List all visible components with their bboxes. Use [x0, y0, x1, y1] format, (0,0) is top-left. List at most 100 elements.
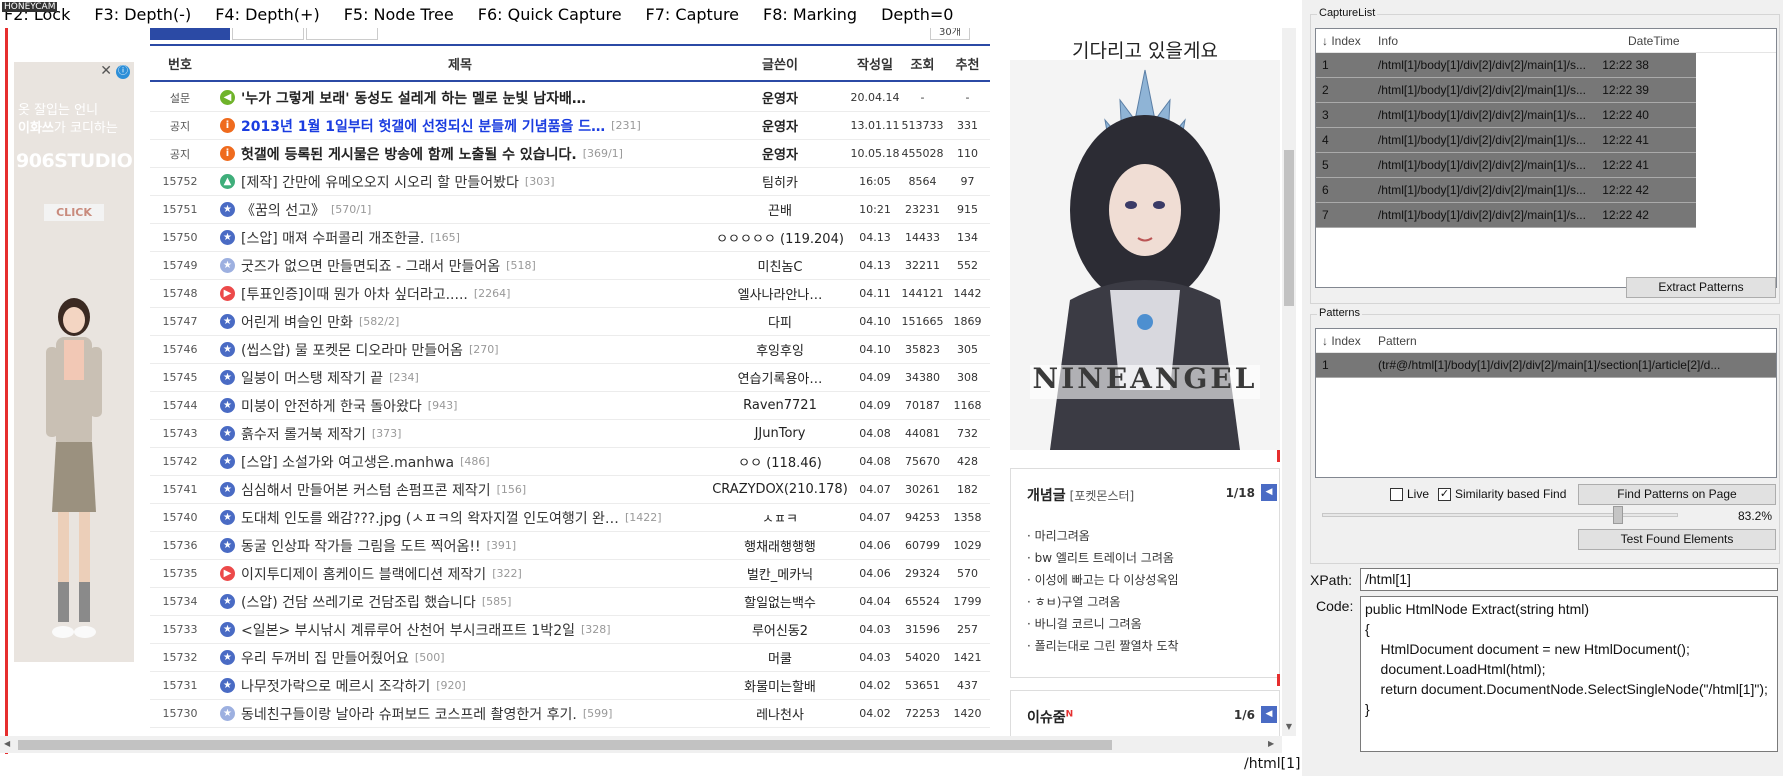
comment-count[interactable]: [156]: [497, 483, 527, 496]
table-row[interactable]: 설문 ◀ '누가 그렇게 보래' 동성도 설레게 하는 멜로 눈빛 남자배… 운영자 2…: [150, 84, 990, 112]
post-title-cell[interactable]: ★ [스압] 소설가와 여고생은.manhwa [486]: [210, 452, 710, 472]
comment-count[interactable]: [585]: [482, 595, 512, 608]
pattern-row[interactable]: 1 (tr#@/html[1]/body[1]/div[2]/div[2]/mai…: [1316, 353, 1776, 378]
post-author[interactable]: 후잉후잉: [710, 340, 850, 359]
post-title-cell[interactable]: i 2013년 1월 1일부터 헛갤에 선정되신 분들께 기념품을 드… [231]: [210, 116, 710, 136]
post-title-cell[interactable]: ★ (스압) 건담 쓰레기로 건담조립 했습니다 [585]: [210, 592, 710, 612]
live-checkbox[interactable]: Live: [1390, 487, 1429, 501]
left-banner-ad[interactable]: ⓘ ✕ 옷 잘입는 언니 이화쓰가 코디하는 906STUDIO CLICK: [14, 62, 134, 662]
capture-col-info[interactable]: Info: [1372, 34, 1622, 48]
page-size-select[interactable]: 30개: [930, 28, 970, 40]
comment-count[interactable]: [234]: [389, 371, 419, 384]
post-author[interactable]: 루어신동2: [710, 620, 850, 639]
post-author[interactable]: JJunTory: [710, 426, 850, 441]
post-author[interactable]: 엘사나라안나…: [710, 284, 850, 303]
patterns-list[interactable]: ↓ Index Pattern 1 (tr#@/html[1]/body[1]/d…: [1315, 328, 1777, 478]
post-title-link[interactable]: 굿즈가 없으면 만들면되죠 - 그래서 만들어옴: [241, 256, 500, 276]
post-title-cell[interactable]: ★ 일붕이 머스탱 제작기 끝 [234]: [210, 368, 710, 388]
concept-post-link[interactable]: · 폴리는대로 그린 짤열차 도착: [1027, 635, 1179, 657]
right-banner-ad[interactable]: 기다리고 있을게요 NINEANGEL: [1010, 0, 1280, 450]
table-row[interactable]: 공지 i 헛갤에 등록된 게시물은 방송에 함께 노출될 수 있습니다. [369/1…: [150, 140, 990, 168]
capture-row[interactable]: 6/html[1]/body[1]/div[2]/div[2]/main[1]/…: [1316, 178, 1696, 203]
table-row[interactable]: 15750 ★ [스압] 매져 수퍼콜리 개조한글. [165] ㅇㅇㅇㅇㅇ (119.…: [150, 224, 990, 252]
post-author[interactable]: 미친놈C: [710, 256, 850, 275]
menu-item-6[interactable]: F8: Marking: [763, 5, 857, 24]
table-row[interactable]: 15733 ★ <일본> 부시낚시 계류루어 산천어 부시크래프트 1박2일 [328…: [150, 616, 990, 644]
scroll-right-icon[interactable]: ▶: [1268, 739, 1274, 748]
table-row[interactable]: 15742 ★ [스압] 소설가와 여고생은.manhwa [486] ㅇㅇ (118.…: [150, 448, 990, 476]
similarity-slider-track[interactable]: [1322, 513, 1678, 517]
capture-row[interactable]: 2/html[1]/body[1]/div[2]/div[2]/main[1]/…: [1316, 78, 1696, 103]
menu-item-3[interactable]: F5: Node Tree: [344, 5, 454, 24]
pattern-col-index[interactable]: ↓ Index: [1316, 334, 1372, 348]
post-author[interactable]: Raven7721: [710, 398, 850, 413]
concept-post-link[interactable]: · 마리그려옴: [1027, 525, 1179, 547]
table-row[interactable]: 15748 ▶ [투표인증]이때 뭔가 아차 싶더라고..... [2264] 엘사나라…: [150, 280, 990, 308]
post-title-cell[interactable]: ★ 동굴 인상파 작가들 그림을 도트 찍어옴!! [391]: [210, 536, 710, 556]
table-row[interactable]: 15747 ★ 어린게 벼슬인 만화 [582/2] 다피 04.10 151665 1869: [150, 308, 990, 336]
menu-item-4[interactable]: F6: Quick Capture: [478, 5, 622, 24]
concept-post-link[interactable]: · 이성에 빠고는 다 이상성옥임: [1027, 569, 1179, 591]
post-author[interactable]: 운영자: [710, 116, 850, 135]
xpath-field[interactable]: /html[1]: [1360, 568, 1778, 591]
post-title-link[interactable]: '누가 그렇게 보래' 동성도 설레게 하는 멜로 눈빛 남자배…: [241, 88, 586, 108]
post-title-cell[interactable]: ▲ [제작] 간만에 유메오오지 시오리 할 만들어봤다 [303]: [210, 172, 710, 192]
horizontal-scroll-thumb[interactable]: [18, 740, 1112, 750]
code-editor[interactable]: public HtmlNode Extract(string html) { H…: [1360, 596, 1778, 752]
comment-count[interactable]: [943]: [428, 399, 458, 412]
comment-count[interactable]: [500]: [415, 651, 445, 664]
table-row[interactable]: 15749 ★ 굿즈가 없으면 만들면되죠 - 그래서 만들어옴 [518] 미친놈C 0…: [150, 252, 990, 280]
comment-count[interactable]: [231]: [611, 119, 641, 132]
table-row[interactable]: 15736 ★ 동굴 인상파 작가들 그림을 도트 찍어옴!! [391] 행채래행행행…: [150, 532, 990, 560]
post-title-cell[interactable]: ★ 우리 두꺼비 집 만들어줬어요 [500]: [210, 648, 710, 668]
vertical-scroll-thumb[interactable]: [1284, 150, 1294, 306]
table-row[interactable]: 공지 i 2013년 1월 1일부터 헛갤에 선정되신 분들께 기념품을 드… [23…: [150, 112, 990, 140]
post-title-cell[interactable]: ★ 어린게 벼슬인 만화 [582/2]: [210, 312, 710, 332]
ad-click-button[interactable]: CLICK: [44, 204, 104, 221]
post-title-cell[interactable]: ★ 《꿈의 선고》 [570/1]: [210, 200, 710, 220]
capture-row[interactable]: 1/html[1]/body[1]/div[2]/div[2]/main[1]/…: [1316, 53, 1696, 78]
post-title-link[interactable]: 동굴 인상파 작가들 그림을 도트 찍어옴!!: [241, 536, 481, 556]
comment-count[interactable]: [518]: [506, 259, 536, 272]
post-author[interactable]: 벌칸_메카닉: [710, 564, 850, 583]
post-title-cell[interactable]: ★ [스압] 매져 수퍼콜리 개조한글. [165]: [210, 228, 710, 248]
post-title-link[interactable]: (스압) 건담 쓰레기로 건담조립 했습니다: [241, 592, 476, 612]
extract-patterns-button[interactable]: Extract Patterns: [1626, 277, 1776, 298]
comment-count[interactable]: [270]: [469, 343, 499, 356]
table-row[interactable]: 15743 ★ 흙수저 롤거북 제작기 [373] JJunTory 04.08 44081…: [150, 420, 990, 448]
post-title-cell[interactable]: ★ 미붕이 안전하게 한국 돌아왔다 [943]: [210, 396, 710, 416]
concept-post-link[interactable]: · ㅎㅂ)구열 그려옴: [1027, 591, 1179, 613]
post-author[interactable]: 팀히카: [710, 172, 850, 191]
post-title-link[interactable]: 이지투디제이 홈케이드 블랙에디션 제작기: [241, 564, 486, 584]
comment-count[interactable]: [920]: [436, 679, 466, 692]
post-author[interactable]: 끈배: [710, 200, 850, 219]
post-title-cell[interactable]: ★ 도대체 인도를 왜감???.jpg (ㅅㅍㅋ의 왁자지껄 인도여행기 완… [1…: [210, 508, 710, 528]
capture-row[interactable]: 3/html[1]/body[1]/div[2]/div[2]/main[1]/…: [1316, 103, 1696, 128]
post-title-cell[interactable]: ★ <일본> 부시낚시 계류루어 산천어 부시크래프트 1박2일 [328]: [210, 620, 710, 640]
post-author[interactable]: 할일없는백수: [710, 592, 850, 611]
post-author[interactable]: 연습기록용아…: [710, 368, 850, 387]
menu-item-5[interactable]: F7: Capture: [646, 5, 739, 24]
post-author[interactable]: ㅇㅇ (118.46): [710, 452, 850, 471]
comment-count[interactable]: [303]: [525, 175, 555, 188]
post-author[interactable]: 다피: [710, 312, 850, 331]
ad-info-icon[interactable]: ⓘ: [116, 65, 130, 79]
post-title-link[interactable]: [투표인증]이때 뭔가 아차 싶더라고.....: [241, 284, 468, 304]
table-row[interactable]: 15751 ★ 《꿈의 선고》 [570/1] 끈배 10:21 23231 915: [150, 196, 990, 224]
post-author[interactable]: ㅇㅇㅇㅇㅇ (119.204): [710, 228, 850, 247]
post-title-link[interactable]: (씹스압) 물 포켓몬 디오라마 만들어옴: [241, 340, 463, 360]
comment-count[interactable]: [369/1]: [583, 147, 623, 160]
comment-count[interactable]: [391]: [487, 539, 517, 552]
comment-count[interactable]: [1422]: [625, 511, 662, 524]
pattern-col-pattern[interactable]: Pattern: [1372, 334, 1672, 348]
vertical-scrollbar[interactable]: ▲ ▼: [1282, 0, 1296, 736]
post-title-cell[interactable]: ★ (씹스압) 물 포켓몬 디오라마 만들어옴 [270]: [210, 340, 710, 360]
table-row[interactable]: 15746 ★ (씹스압) 물 포켓몬 디오라마 만들어옴 [270] 후잉후잉 04.1…: [150, 336, 990, 364]
post-title-cell[interactable]: ★ 동네친구들이랑 날아라 슈퍼보드 코스프레 촬영한거 후기. [599]: [210, 704, 710, 724]
horizontal-scrollbar[interactable]: ◀ ▶: [0, 736, 1282, 753]
comment-count[interactable]: [599]: [583, 707, 613, 720]
table-row[interactable]: 15752 ▲ [제작] 간만에 유메오오지 시오리 할 만들어봤다 [303] 팀히카…: [150, 168, 990, 196]
post-title-link[interactable]: 일붕이 머스탱 제작기 끝: [241, 368, 383, 388]
post-title-cell[interactable]: ▶ [투표인증]이때 뭔가 아차 싶더라고..... [2264]: [210, 284, 710, 304]
table-row[interactable]: 15741 ★ 심심해서 만들어본 커스텀 손펌프콘 제작기 [156] CRAZYDO…: [150, 476, 990, 504]
